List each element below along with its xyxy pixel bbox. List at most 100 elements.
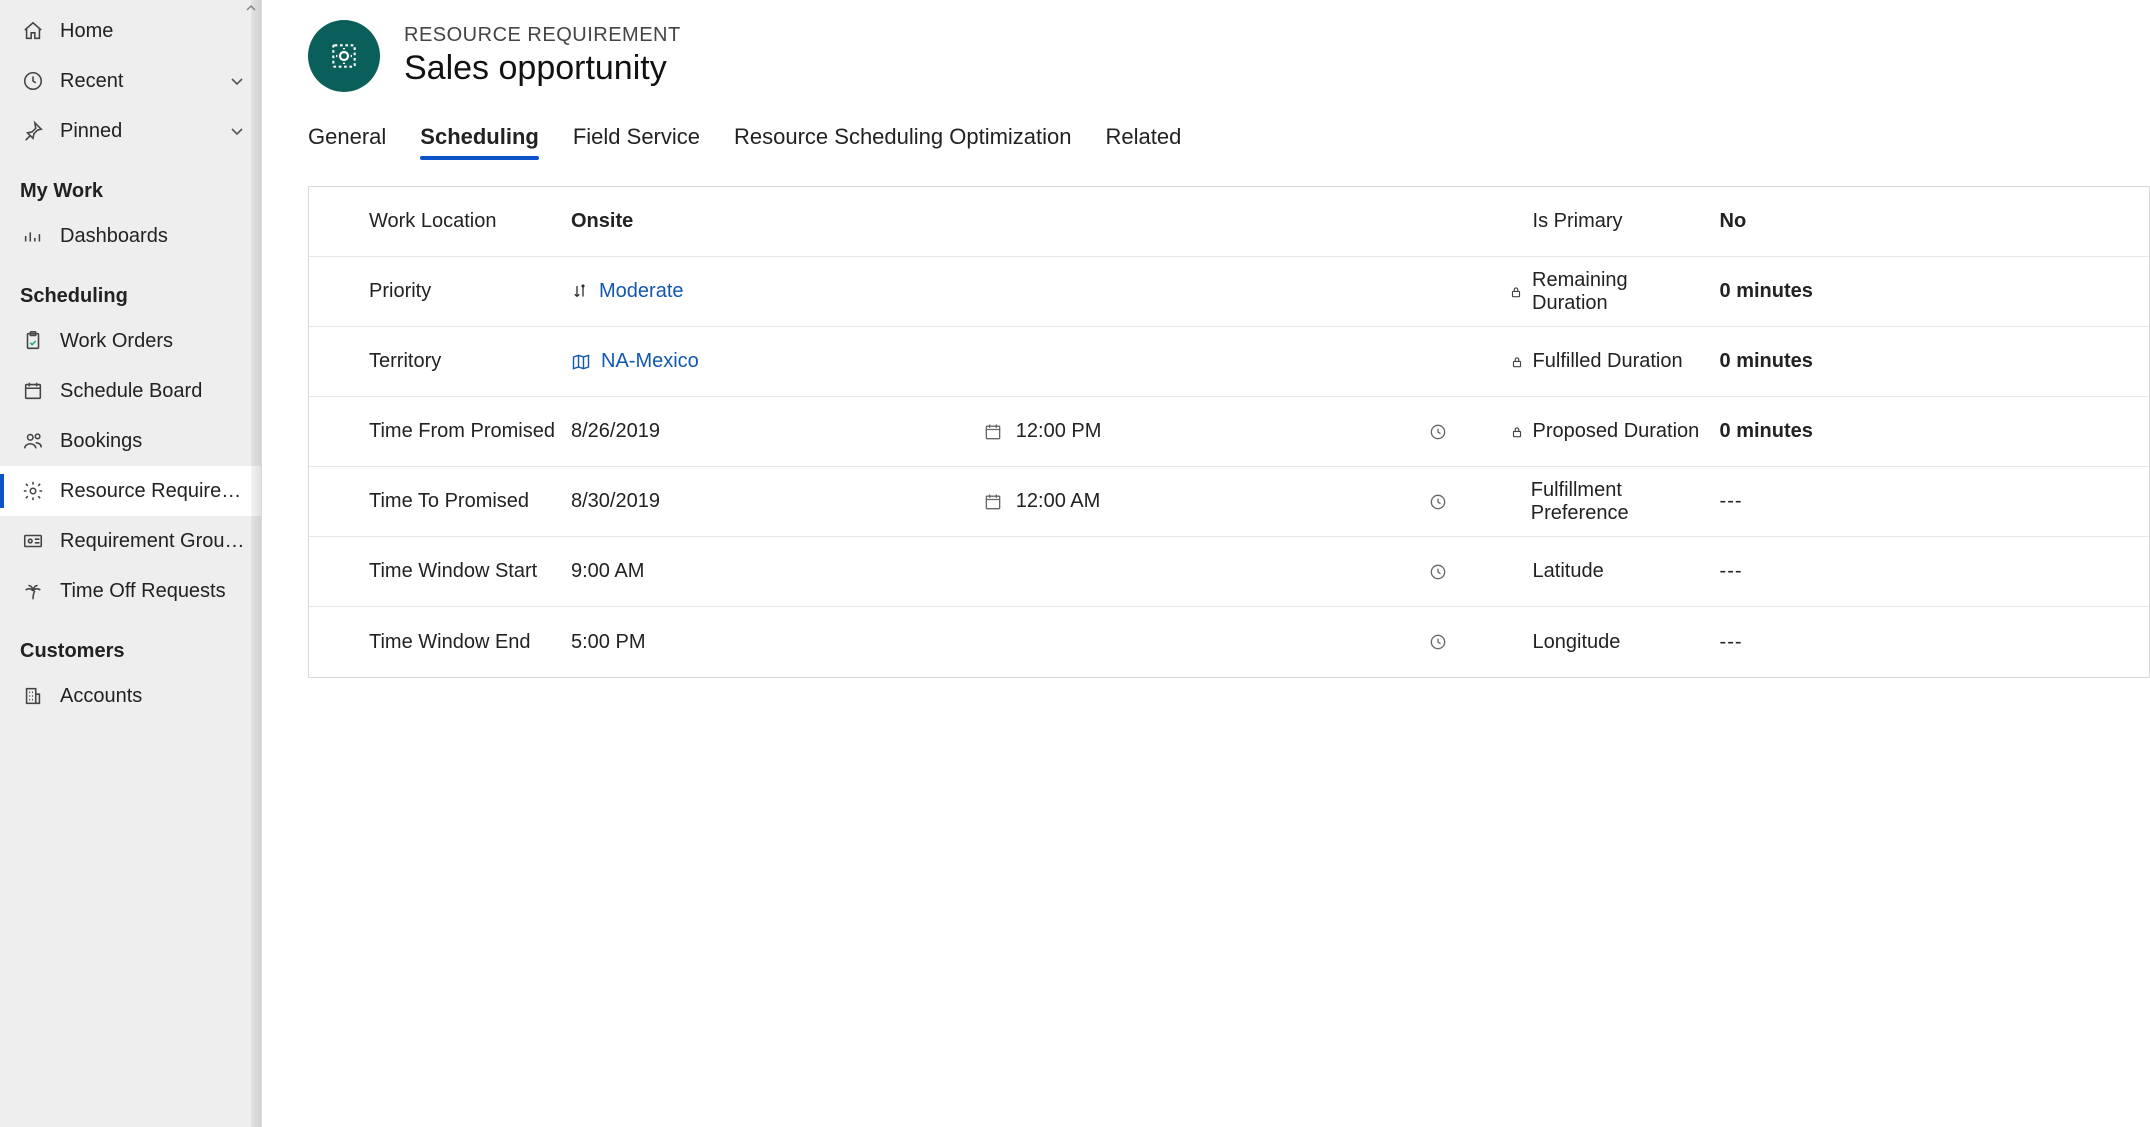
tab-related[interactable]: Related xyxy=(1106,124,1182,158)
map-icon xyxy=(571,352,591,372)
field-time-to-promised[interactable]: Time To Promised 8/30/2019 12:00 AM xyxy=(309,467,1473,537)
field-label: Time From Promised xyxy=(369,420,555,443)
sidebar-item-pinned[interactable]: Pinned xyxy=(0,106,261,156)
form-column-left: Work Location Onsite Priority Moderate T… xyxy=(309,187,1473,677)
field-fulfillment-preference[interactable]: Fulfillment Preference --- xyxy=(1473,467,2149,537)
main-content: RESOURCE REQUIREMENT Sales opportunity G… xyxy=(262,0,2150,1127)
sidebar-item-label: Dashboards xyxy=(60,225,247,248)
sidebar-item-label: Home xyxy=(60,20,247,43)
sidebar-item-schedule-board[interactable]: Schedule Board xyxy=(0,366,261,416)
field-value-time: 12:00 PM xyxy=(1016,420,1102,443)
calendar-icon xyxy=(20,380,46,402)
sidebar-item-dashboards[interactable]: Dashboards xyxy=(0,211,261,261)
field-latitude[interactable]: Latitude --- xyxy=(1473,537,2149,607)
sidebar-item-label: Recent xyxy=(60,70,229,93)
field-label: Territory xyxy=(369,350,441,373)
entity-type-label: RESOURCE REQUIREMENT xyxy=(404,24,681,47)
field-value: --- xyxy=(1720,560,1743,583)
form-column-right: Is Primary No Remaining Duration 0 minut… xyxy=(1473,187,2149,677)
gear-icon xyxy=(20,480,46,502)
field-value: --- xyxy=(1720,490,1743,513)
chevron-down-icon xyxy=(229,73,247,89)
clock-icon xyxy=(20,70,46,92)
field-value: 0 minutes xyxy=(1720,280,1813,303)
field-value: Onsite xyxy=(571,210,633,233)
record-header: RESOURCE REQUIREMENT Sales opportunity xyxy=(308,20,2150,92)
field-label: Is Primary xyxy=(1533,210,1623,233)
lock-icon xyxy=(1509,285,1525,299)
sidebar-item-time-off[interactable]: Time Off Requests xyxy=(0,566,261,616)
field-label: Latitude xyxy=(1533,560,1604,583)
sidebar-item-label: Accounts xyxy=(60,685,247,708)
sidebar-item-label: Schedule Board xyxy=(60,380,247,403)
sidebar-item-resource-requirements[interactable]: Resource Require… xyxy=(0,466,261,516)
field-value: 0 minutes xyxy=(1720,350,1813,373)
field-value-time: 12:00 AM xyxy=(1016,490,1101,513)
field-is-primary[interactable]: Is Primary No xyxy=(1473,187,2149,257)
sidebar-item-accounts[interactable]: Accounts xyxy=(0,671,261,721)
entity-badge xyxy=(308,20,380,92)
lock-icon xyxy=(1509,355,1525,369)
tab-rso[interactable]: Resource Scheduling Optimization xyxy=(734,124,1072,158)
clock-icon[interactable] xyxy=(1427,562,1449,582)
sidebar-item-recent[interactable]: Recent xyxy=(0,56,261,106)
field-time-window-end[interactable]: Time Window End 5:00 PM xyxy=(309,607,1473,677)
field-value: No xyxy=(1720,210,1747,233)
building-icon xyxy=(20,685,46,707)
field-label: Remaining Duration xyxy=(1532,269,1703,315)
clipboard-icon xyxy=(20,330,46,352)
field-label: Time To Promised xyxy=(369,490,529,513)
pin-icon xyxy=(20,120,46,142)
field-proposed-duration: Proposed Duration 0 minutes xyxy=(1473,397,2149,467)
field-remaining-duration: Remaining Duration 0 minutes xyxy=(1473,257,2149,327)
clock-icon[interactable] xyxy=(1427,632,1449,652)
field-longitude[interactable]: Longitude --- xyxy=(1473,607,2149,677)
clock-icon[interactable] xyxy=(1427,492,1449,512)
field-value: NA-Mexico xyxy=(601,350,699,373)
field-label: Time Window Start xyxy=(369,560,537,583)
form-area: Work Location Onsite Priority Moderate T… xyxy=(308,186,2150,678)
field-territory[interactable]: Territory NA-Mexico xyxy=(309,327,1473,397)
field-value: --- xyxy=(1720,631,1743,654)
sidebar-item-requirement-groups[interactable]: Requirement Grou… xyxy=(0,516,261,566)
record-title: Sales opportunity xyxy=(404,49,681,88)
people-icon xyxy=(20,430,46,452)
field-time-from-promised[interactable]: Time From Promised 8/26/2019 12:00 PM xyxy=(309,397,1473,467)
field-value: 0 minutes xyxy=(1720,420,1813,443)
lock-icon xyxy=(1509,425,1525,439)
calendar-icon[interactable] xyxy=(982,422,1004,442)
sidebar-item-label: Resource Require… xyxy=(60,480,247,503)
sidebar-item-home[interactable]: Home xyxy=(0,6,261,56)
field-label: Longitude xyxy=(1533,631,1621,654)
field-value: Moderate xyxy=(599,280,684,303)
priority-icon xyxy=(571,283,589,301)
tab-general[interactable]: General xyxy=(308,124,386,158)
tab-field-service[interactable]: Field Service xyxy=(573,124,700,158)
field-label: Work Location xyxy=(369,210,496,233)
sidebar-item-label: Bookings xyxy=(60,430,247,453)
field-priority[interactable]: Priority Moderate xyxy=(309,257,1473,327)
sidebar-heading-mywork: My Work xyxy=(0,156,261,211)
sidebar-heading-customers: Customers xyxy=(0,616,261,671)
field-value-date: 8/30/2019 xyxy=(571,490,660,513)
sidebar-heading-scheduling: Scheduling xyxy=(0,261,261,316)
field-label: Time Window End xyxy=(369,631,531,654)
sidebar-item-label: Requirement Grou… xyxy=(60,530,247,553)
idcard-icon xyxy=(20,530,46,552)
calendar-icon[interactable] xyxy=(982,492,1004,512)
sidebar-item-bookings[interactable]: Bookings xyxy=(0,416,261,466)
field-value-date: 8/26/2019 xyxy=(571,420,660,443)
field-work-location[interactable]: Work Location Onsite xyxy=(309,187,1473,257)
field-label: Proposed Duration xyxy=(1533,420,1700,443)
sidebar-item-label: Work Orders xyxy=(60,330,247,353)
field-time-window-start[interactable]: Time Window Start 9:00 AM xyxy=(309,537,1473,607)
field-value: 9:00 AM xyxy=(571,560,644,583)
sidebar-item-work-orders[interactable]: Work Orders xyxy=(0,316,261,366)
field-label: Fulfilled Duration xyxy=(1533,350,1683,373)
clock-icon[interactable] xyxy=(1427,422,1449,442)
palm-icon xyxy=(20,580,46,602)
sidebar-item-label: Time Off Requests xyxy=(60,580,247,603)
sidebar-item-label: Pinned xyxy=(60,120,229,143)
tab-scheduling[interactable]: Scheduling xyxy=(420,124,539,158)
field-label: Priority xyxy=(369,280,431,303)
